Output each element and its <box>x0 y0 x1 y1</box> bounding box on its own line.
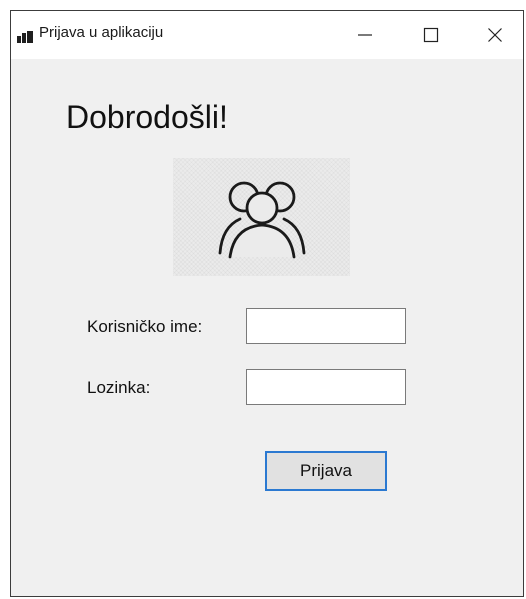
username-label: Korisničko ime: <box>87 317 203 336</box>
close-icon <box>488 28 502 42</box>
app-icon <box>17 31 33 43</box>
close-button[interactable] <box>465 11 523 59</box>
maximize-icon <box>423 27 439 43</box>
password-label: Lozinka: <box>87 378 151 397</box>
minimize-button[interactable] <box>335 11 395 59</box>
welcome-heading: Dobrodošli! <box>66 99 228 135</box>
password-input[interactable] <box>246 369 406 405</box>
title-bar[interactable]: Prijava u aplikaciju <box>11 11 523 59</box>
login-button[interactable]: Prijava <box>265 451 387 491</box>
login-window: Prijava u aplikaciju Dobrodošli! Korisni… <box>10 10 524 597</box>
users-group-icon <box>218 181 306 259</box>
username-input[interactable] <box>246 308 406 344</box>
minimize-icon <box>358 34 372 36</box>
maximize-button[interactable] <box>401 11 461 59</box>
users-picture-box <box>173 158 350 276</box>
window-title: Prijava u aplikaciju <box>39 24 164 41</box>
